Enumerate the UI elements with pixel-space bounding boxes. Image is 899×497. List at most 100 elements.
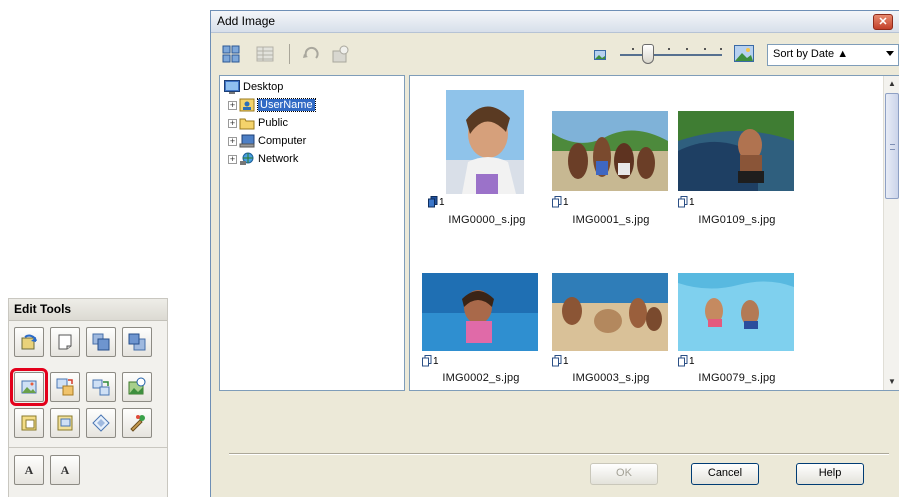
scrollbar-thumb[interactable] [885,93,899,199]
thumbnail-count: 1 [678,194,695,208]
slider-tick [686,48,688,50]
photo-image [552,273,668,351]
tree-item-label: Desktop [243,81,284,93]
vertical-scrollbar[interactable]: ▲ ▼ [883,76,899,390]
count-label: 1 [689,197,695,208]
background-button[interactable] [50,408,80,438]
expand-icon[interactable]: + [228,154,237,164]
tree-item-public[interactable]: + Public [228,114,288,132]
image-correction-button[interactable] [122,372,152,402]
tree-item-desktop[interactable]: Desktop [224,78,283,96]
count-label: 1 [439,197,445,208]
text-button-label: A [24,462,34,477]
tree-item-username[interactable]: + UserName [228,96,316,114]
thumbnail-filename: IMG0003_s.jpg [572,372,650,384]
text-style-button-label: A [60,462,70,477]
expand-icon[interactable]: + [228,136,237,146]
add-image-icon [21,380,37,394]
dialog-toolbar: Sort by Date ▲ [211,34,899,70]
background-icon [57,415,73,431]
text-style-button[interactable]: A [50,455,80,485]
count-label: 1 [433,356,439,367]
bring-forward-button[interactable] [86,327,116,357]
footer-divider [229,453,889,455]
network-icon [239,152,255,166]
ok-button[interactable]: OK [590,463,658,485]
photo-image [678,273,794,351]
rotate-button[interactable] [14,327,44,357]
thumbnail-grid: 1 IMG0000_s.jpg 1 IMG0001_s.jpg 1 IMG010… [409,75,899,391]
thumbnail-filename: IMG0002_s.jpg [442,372,520,384]
cancel-button[interactable]: Cancel [691,463,759,485]
count-label: 1 [689,356,695,367]
text-button[interactable]: A [14,455,44,485]
thumbnail-item[interactable]: 1 IMG0001_s.jpg [552,90,670,230]
thumbnail-item[interactable]: 1 IMG0002_s.jpg [422,252,540,390]
rotate-view-button[interactable] [301,44,321,64]
send-backward-button[interactable] [122,327,152,357]
stack-icon [552,355,562,367]
thumbnail-view-button[interactable] [221,44,241,64]
tree-item-label: UserName [257,98,316,112]
sort-dropdown-value: Sort by Date ▲ [773,48,849,60]
edit-tools-title: Edit Tools [9,299,167,321]
expand-icon[interactable]: + [228,100,237,110]
slider-tick [668,48,670,50]
stack-icon [428,196,438,208]
tree-item-label: Network [258,153,299,165]
tree-item-network[interactable]: + Network [228,150,298,168]
photo-image [446,90,524,194]
folder-icon [239,116,255,130]
help-button[interactable]: Help [796,463,864,485]
thumbnail-count: 1 [552,353,569,367]
preview-button[interactable] [331,44,351,64]
thumbnail-filename: IMG0001_s.jpg [572,214,650,226]
stack-icon [678,196,688,208]
thumbnail-item[interactable]: 1 IMG0109_s.jpg [678,90,796,230]
replace-image-button[interactable] [50,372,80,402]
thumbnail-item[interactable]: 1 IMG0000_s.jpg [428,90,546,230]
thumbnail-count: 1 [428,194,445,208]
thumbnail-size-slider[interactable] [594,42,754,68]
frame-button[interactable] [14,408,44,438]
edit-tools-divider [9,447,167,448]
rotate-icon [21,334,37,350]
add-image-button[interactable] [10,368,48,406]
photo-image [422,273,538,351]
swap-images-button[interactable] [86,372,116,402]
crop-button[interactable] [50,327,80,357]
photo-image [552,111,668,191]
thumbnail-item[interactable]: 1 IMG0003_s.jpg [552,252,670,390]
tree-item-label: Computer [258,135,307,147]
sort-dropdown[interactable]: Sort by Date ▲ [767,44,899,66]
slider-track [620,54,722,56]
details-view-button[interactable] [255,44,275,64]
scroll-up-icon[interactable]: ▲ [884,76,899,92]
scroll-down-icon[interactable]: ▼ [884,374,899,390]
photo-image [678,111,794,191]
layout-shape-icon [92,414,110,432]
thumbnail-filename: IMG0079_s.jpg [698,372,776,384]
thumbnail-view-icon [222,45,240,63]
thumbnail-count: 1 [552,194,569,208]
count-label: 1 [563,356,569,367]
replace-image-icon [56,378,74,396]
stack-icon [552,196,562,208]
scrollbar-grip [890,144,895,150]
tree-item-computer[interactable]: + Computer [228,132,306,150]
paint-button[interactable] [122,408,152,438]
thumbnail-filename: IMG0109_s.jpg [698,214,776,226]
slider-tick [704,48,706,50]
desktop-icon [224,80,240,94]
thumbnail-count: 1 [422,353,439,367]
expand-icon[interactable]: + [228,118,237,128]
thumbnail-item[interactable]: 1 IMG0079_s.jpg [678,252,796,390]
close-button[interactable]: ✕ [873,14,893,30]
image-correction-icon [128,377,146,395]
layout-shape-button[interactable] [86,408,116,438]
user-folder-icon [239,98,255,112]
frame-icon [21,415,37,431]
thumbnail-count: 1 [678,353,695,367]
bring-forward-icon [92,333,110,351]
slider-thumb[interactable] [642,44,654,64]
